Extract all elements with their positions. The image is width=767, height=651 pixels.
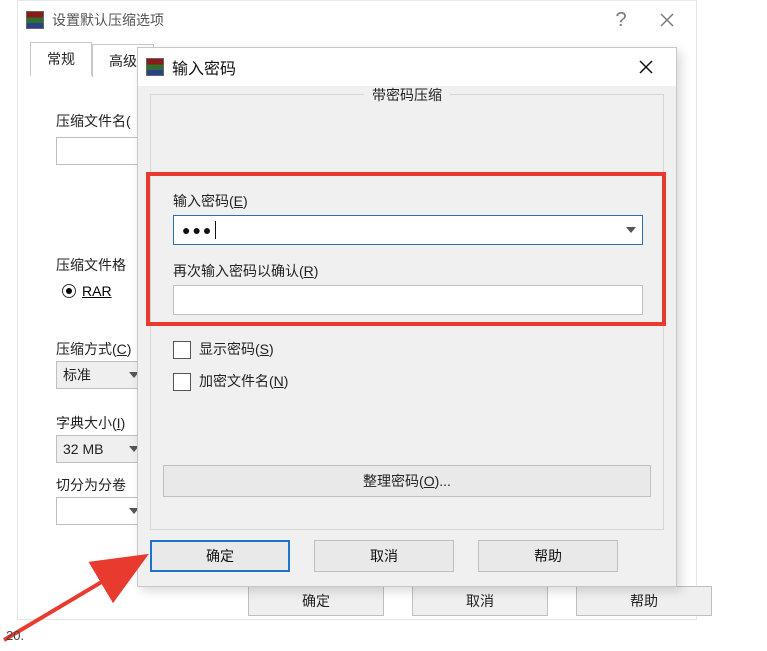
label-split: 切分为分卷	[56, 475, 126, 495]
tab-general[interactable]: 常规	[30, 42, 92, 77]
pw-body: 带密码压缩 输入密码(E) ●●● 再次输入密码以确认(R) 显示密码(S)	[150, 94, 664, 530]
radio-rar[interactable]: RAR	[62, 283, 112, 299]
pw-titlebar: 输入密码	[138, 48, 676, 86]
cancel-button[interactable]: 取消	[314, 540, 454, 572]
radio-dot-icon	[62, 284, 76, 298]
method-value: 标准	[63, 365, 91, 385]
checkbox-encrypt-filenames[interactable]: 加密文件名(N)	[173, 371, 288, 391]
text-caret	[215, 221, 216, 239]
parent-button-bar: 确定 取消 帮助	[248, 586, 712, 616]
password-value: ●●●	[182, 222, 213, 238]
checkbox-icon	[173, 341, 191, 359]
checkbox-icon	[173, 373, 191, 391]
help-button[interactable]: 帮助	[478, 540, 618, 572]
pw-groupbox: 带密码压缩 输入密码(E) ●●● 再次输入密码以确认(R) 显示密码(S)	[150, 94, 664, 530]
app-icon	[26, 11, 44, 29]
parent-help-button[interactable]: 帮助	[576, 586, 712, 616]
archive-name-field-stub[interactable]	[56, 137, 148, 165]
app-icon	[146, 58, 164, 76]
stray-text: 20.	[6, 628, 24, 643]
parent-titlebar: 设置默认压缩选项 ?	[18, 1, 696, 39]
label-method: 压缩方式(C)	[56, 339, 131, 359]
dict-size-combo-stub[interactable]: 32 MB	[56, 435, 148, 463]
method-combo-stub[interactable]: 标准	[56, 361, 148, 389]
checkbox-show-password[interactable]: 显示密码(S)	[173, 339, 274, 359]
close-button[interactable]	[644, 4, 690, 36]
parent-cancel-button[interactable]: 取消	[412, 586, 548, 616]
enter-password-dialog: 输入密码 带密码压缩 输入密码(E) ●●● 再次输入密码以确认(R)	[137, 47, 677, 587]
dict-size-value: 32 MB	[63, 441, 103, 457]
label-dict-size: 字典大小(I)	[56, 413, 125, 433]
pw-button-bar: 确定 取消 帮助	[150, 540, 664, 574]
password-input[interactable]: ●●●	[173, 215, 643, 245]
organize-passwords-button[interactable]: 整理密码(O)...	[163, 465, 651, 497]
parent-title: 设置默认压缩选项	[52, 10, 598, 30]
label-reenter-password: 再次输入密码以确认(R)	[173, 261, 318, 281]
password-confirm-input[interactable]	[173, 285, 643, 315]
ok-button[interactable]: 确定	[150, 540, 290, 572]
close-button[interactable]	[624, 52, 668, 82]
parent-ok-button[interactable]: 确定	[248, 586, 384, 616]
pw-group-title: 带密码压缩	[151, 85, 663, 105]
help-button[interactable]: ?	[598, 4, 644, 36]
label-enter-password: 输入密码(E)	[173, 191, 248, 211]
pw-title: 输入密码	[172, 55, 624, 79]
label-archive-format: 压缩文件格	[56, 255, 126, 275]
radio-rar-label: RAR	[82, 283, 112, 299]
split-combo-stub[interactable]	[56, 497, 148, 525]
label-archive-name: 压缩文件名(	[56, 111, 131, 131]
chevron-down-icon[interactable]	[626, 227, 636, 233]
